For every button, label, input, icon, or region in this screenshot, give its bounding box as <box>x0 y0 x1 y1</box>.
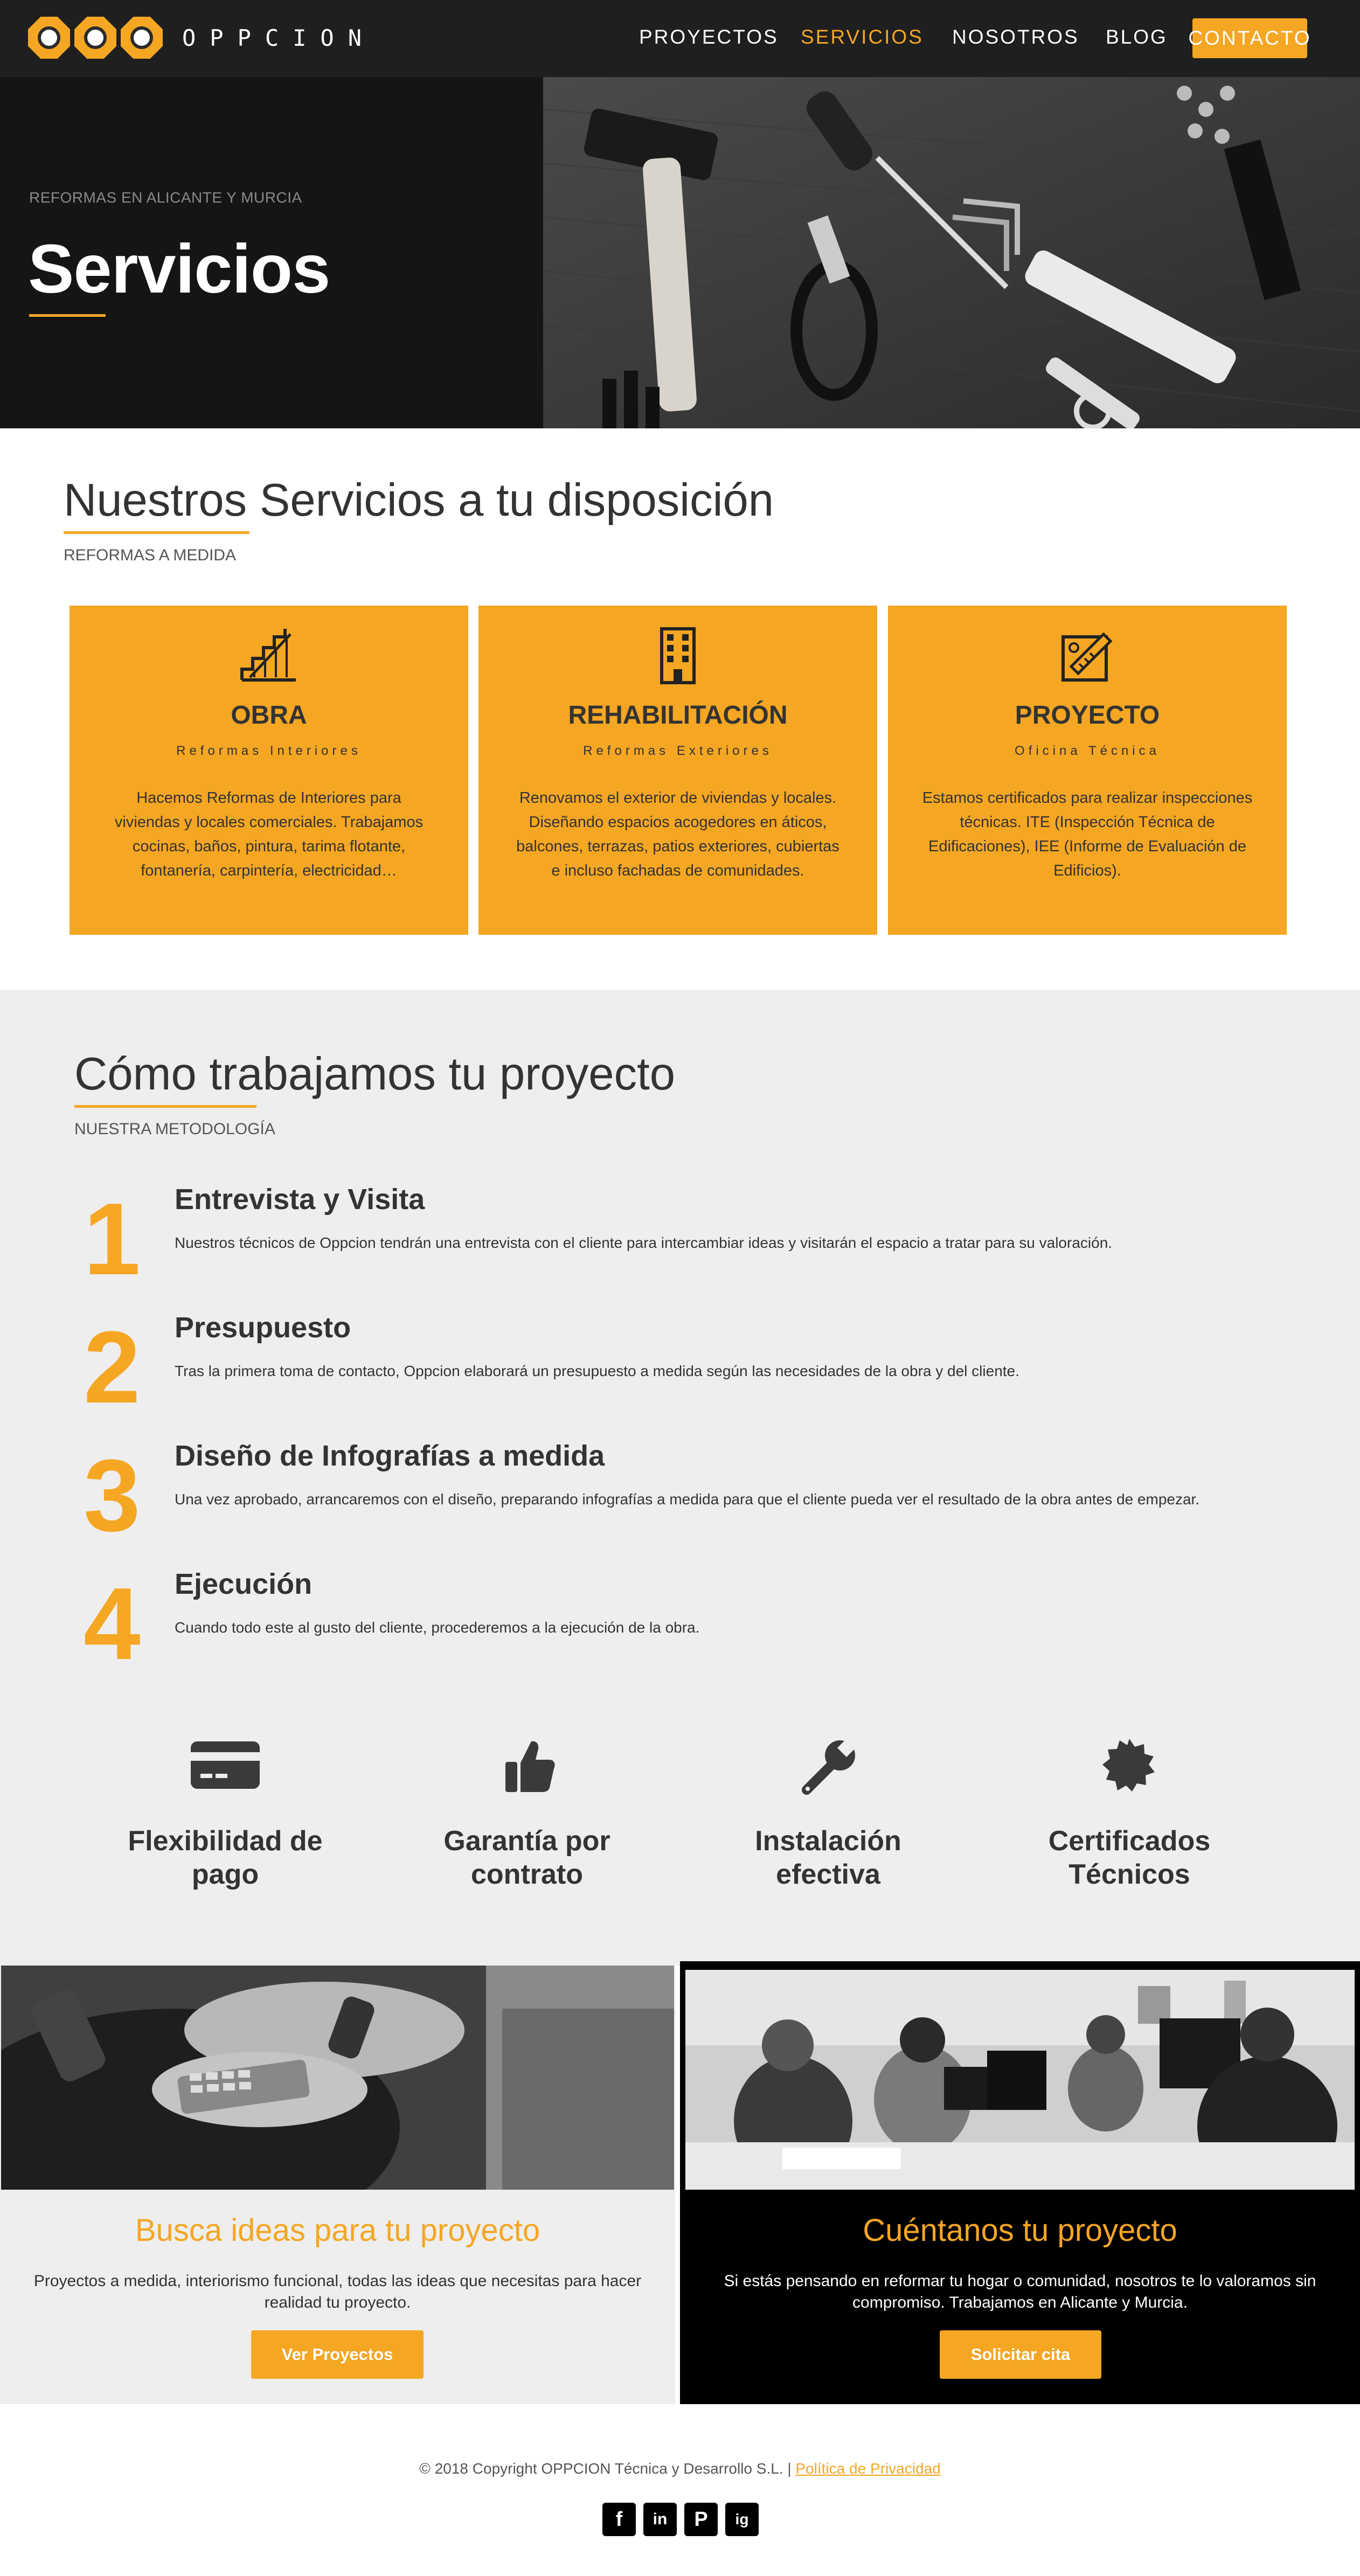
step-title: Diseño de Infografías a medida <box>175 1440 605 1472</box>
contact-cta-text: Si estás pensando en reformar tu hogar o… <box>724 2272 1316 2311</box>
hero-tools-image <box>543 77 1360 428</box>
solicitar-cita-button[interactable]: Solicitar cita <box>940 2330 1101 2379</box>
logo-mark-3 <box>121 17 163 59</box>
feature-certificados: Certificados Técnicos <box>1011 1736 1248 1891</box>
step-description: Cuando todo este al gusto del cliente, p… <box>175 1619 700 1636</box>
building-icon <box>660 627 696 684</box>
hero-subtitle: REFORMAS EN ALICANTE Y MURCIA <box>29 189 302 206</box>
service-title: REHABILITACIÓN <box>568 701 788 730</box>
services-subheading: REFORMAS A MEDIDA <box>64 546 237 564</box>
certificate-icon <box>1102 1739 1155 1792</box>
step-title: Presupuesto <box>175 1311 351 1344</box>
ideas-cta: Busca ideas para tu proyecto Proyectos a… <box>0 1966 675 2404</box>
service-card-proyecto[interactable]: PROYECTO Oficina Técnica Estamos certifi… <box>888 606 1287 935</box>
step-number: 2 <box>84 1310 141 1425</box>
logo-mark-2 <box>74 17 116 59</box>
feature-label: Flexibilidad de pago <box>128 1825 323 1890</box>
feature-label: Certificados Técnicos <box>1048 1825 1211 1890</box>
facebook-icon[interactable]: f <box>602 2503 636 2536</box>
service-description: Estamos certificados para realizar inspe… <box>922 789 1253 879</box>
step-2: 2 Presupuesto Tras la primera toma de co… <box>0 1311 1360 1435</box>
nav-servicios[interactable]: SERVICIOS <box>801 26 924 48</box>
nav-blog[interactable]: BLOG <box>1106 26 1168 48</box>
step-description: Tras la primera toma de contacto, Oppcio… <box>175 1363 1019 1379</box>
methodology-section: Cómo trabajamos tu proyecto NUESTRA METO… <box>0 990 1360 1966</box>
logo-text: OPPCION <box>182 24 376 51</box>
title-underline <box>29 314 106 317</box>
methodology-underline <box>74 1105 256 1108</box>
social-links: f in P ig <box>602 2503 759 2536</box>
ver-proyectos-button[interactable]: Ver Proyectos <box>251 2330 424 2379</box>
service-tag: Oficina Técnica <box>1015 744 1160 758</box>
phone-hands-image <box>1 1966 674 2190</box>
step-description: Una vez aprobado, arrancaremos con el di… <box>175 1491 1200 1508</box>
services-underline <box>64 531 249 534</box>
methodology-subheading: NUESTRA METODOLOGÍA <box>74 1120 275 1138</box>
step-title: Entrevista y Visita <box>175 1183 425 1216</box>
service-title: OBRA <box>231 701 307 730</box>
ideas-title: Busca ideas para tu proyecto <box>135 2213 540 2248</box>
contact-button[interactable]: CONTACTO <box>1188 18 1310 58</box>
feature-garantia: Garantía por contrato <box>408 1736 646 1891</box>
office-meeting-image <box>685 1970 1355 2190</box>
step-4: 4 Ejecución Cuando todo este al gusto de… <box>0 1567 1360 1691</box>
copyright: © 2018 Copyright OPPCION Técnica y Desar… <box>0 2460 1360 2477</box>
step-title: Ejecución <box>175 1568 313 1600</box>
feature-label: Instalación efectiva <box>755 1825 901 1890</box>
logo[interactable]: OPPCION <box>28 16 376 59</box>
service-description: Hacemos Reformas de Interiores para vivi… <box>114 789 424 879</box>
instagram-icon[interactable]: ig <box>725 2503 759 2536</box>
service-card-obra[interactable]: OBRA Reformas Interiores Hacemos Reforma… <box>70 606 468 935</box>
wrench-icon <box>802 1739 856 1795</box>
step-number: 1 <box>84 1182 141 1296</box>
service-title: PROYECTO <box>1015 701 1160 730</box>
methodology-heading: Cómo trabajamos tu proyecto <box>74 1049 675 1100</box>
pinterest-icon[interactable]: P <box>684 2503 718 2536</box>
feature-flexibilidad: Flexibilidad de pago <box>107 1736 344 1891</box>
service-description: Renovamos el exterior de viviendas y loc… <box>516 789 839 879</box>
step-number: 4 <box>84 1567 141 1681</box>
privacy-link[interactable]: Política de Privacidad <box>795 2460 940 2477</box>
ideas-text: Proyectos a medida, interiorismo funcion… <box>33 2272 642 2311</box>
nav-proyectos[interactable]: PROYECTOS <box>639 26 779 48</box>
feature-label: Garantía por contrato <box>443 1825 610 1890</box>
hero-section: REFORMAS EN ALICANTE Y MURCIA Servicios <box>0 77 1360 428</box>
feature-instalacion: Instalación efectiva <box>710 1736 947 1891</box>
step-description: Nuestros técnicos de Oppcion tendrán una… <box>175 1234 1113 1251</box>
linkedin-icon[interactable]: in <box>643 2503 677 2536</box>
step-number: 3 <box>84 1439 141 1553</box>
contact-cta: Cuéntanos tu proyecto Si estás pensando … <box>680 1961 1360 2404</box>
top-navbar: OPPCION PROYECTOS SERVICIOS NOSOTROS BLO… <box>0 0 1360 77</box>
blueprint-icon <box>1061 632 1113 682</box>
service-tag: Reformas Interiores <box>176 744 362 758</box>
page-title: Servicios <box>28 231 330 308</box>
nav-nosotros[interactable]: NOSOTROS <box>952 26 1079 48</box>
contact-cta-title: Cuéntanos tu proyecto <box>863 2213 1177 2248</box>
stairs-icon <box>240 629 296 682</box>
service-tag: Reformas Exteriores <box>583 744 773 758</box>
services-heading: Nuestros Servicios a tu disposición <box>64 475 774 526</box>
thumbs-up-icon <box>505 1741 555 1792</box>
credit-card-icon <box>191 1741 260 1789</box>
copyright-text: © 2018 Copyright OPPCION Técnica y Desar… <box>419 2460 792 2477</box>
service-card-rehabilitacion[interactable]: REHABILITACIÓN Reformas Exteriores Renov… <box>478 606 877 935</box>
logo-mark-1 <box>28 17 70 59</box>
step-1: 1 Entrevista y Visita Nuestros técnicos … <box>0 1183 1360 1307</box>
step-3: 3 Diseño de Infografías a medida Una vez… <box>0 1439 1360 1563</box>
